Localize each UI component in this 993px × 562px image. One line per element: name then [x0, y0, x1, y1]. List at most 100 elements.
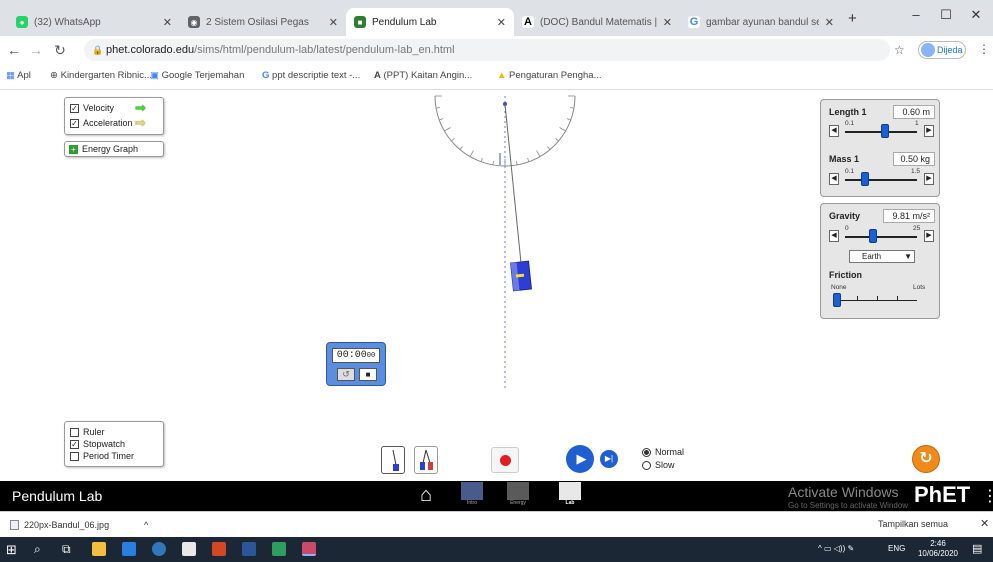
show-all-downloads-link[interactable]: Tampilkan semua: [878, 519, 948, 529]
pendulum-string: [504, 103, 522, 264]
stopwatch-stop-button[interactable]: ■: [359, 368, 377, 381]
close-icon[interactable]: ✕: [329, 16, 338, 29]
gravity-slider-track[interactable]: [845, 236, 917, 238]
media-icon[interactable]: [272, 542, 286, 556]
word-icon[interactable]: [242, 542, 256, 556]
acceleration-checkbox[interactable]: ✓ Acceleration ⇨: [70, 115, 158, 130]
bookmark-translate[interactable]: ▣ Google Terjemahan: [150, 70, 244, 81]
reload-button[interactable]: ↻: [50, 40, 70, 60]
stopwatch-reset-button[interactable]: ↺: [337, 368, 355, 381]
powerpoint-icon[interactable]: [212, 542, 226, 556]
url-path: /sims/html/pendulum-lab/latest/pendulum-…: [194, 44, 455, 56]
minimize-button[interactable]: –: [902, 4, 930, 26]
profile-button[interactable]: Dijeda: [918, 41, 966, 59]
friction-slider-thumb[interactable]: [833, 293, 841, 307]
ruler-checkbox[interactable]: Ruler: [70, 426, 158, 438]
lock-icon: 🔒: [92, 45, 104, 55]
speed-slow-radio[interactable]: Slow: [642, 459, 684, 471]
protractor-tick: [566, 118, 571, 121]
length-decrease-button[interactable]: ◀: [829, 125, 839, 137]
task-view-icon[interactable]: ⧉: [62, 542, 71, 557]
windows-start-icon[interactable]: ⊞: [6, 542, 17, 558]
close-icon[interactable]: ✕: [163, 16, 172, 29]
friction-tick: [877, 296, 878, 300]
home-icon[interactable]: ⌂: [420, 484, 432, 507]
gravity-increase-button[interactable]: ▶: [924, 230, 934, 242]
tab-gambar-ayunan[interactable]: G gambar ayunan bandul seder ✕: [680, 8, 842, 36]
two-pendulums-icon: [420, 449, 433, 470]
length-increase-button[interactable]: ▶: [924, 125, 934, 137]
close-icon[interactable]: ✕: [497, 16, 506, 29]
forward-button[interactable]: →: [26, 40, 46, 60]
mass-decrease-button[interactable]: ◀: [829, 173, 839, 185]
clock[interactable]: 2:46 10/06/2020: [916, 539, 960, 559]
download-bar: 220px-Bandul_06.jpg ^ Tampilkan semua ✕: [0, 511, 993, 537]
reset-all-button[interactable]: ↻: [912, 445, 940, 473]
new-tab-button[interactable]: +: [848, 10, 857, 27]
tools-panel: Ruler ✓ Stopwatch Period Timer: [64, 421, 164, 467]
play-button[interactable]: ▶: [566, 445, 594, 473]
speed-normal-radio[interactable]: Normal: [642, 446, 684, 458]
pendulum-bob[interactable]: [510, 260, 532, 292]
gravity-decrease-button[interactable]: ◀: [829, 230, 839, 242]
download-item[interactable]: 220px-Bandul_06.jpg ^: [8, 516, 166, 534]
screen-intro-button[interactable]: Intro: [458, 482, 486, 510]
velocity-checkbox[interactable]: ✓ Velocity ➡: [70, 100, 158, 115]
gravity-slider-thumb[interactable]: [869, 229, 878, 243]
screen-energy-button[interactable]: Energy: [504, 482, 532, 510]
maximize-button[interactable]: ☐: [932, 4, 960, 26]
browser-tab-strip: ● (32) WhatsApp ✕ ◉ 2 Sistem Osilasi Peg…: [0, 0, 993, 36]
menu-icon[interactable]: ⋮: [978, 42, 990, 56]
tab-whatsapp[interactable]: ● (32) WhatsApp ✕: [8, 8, 180, 36]
url-input[interactable]: 🔒 phet.colorado.edu/sims/html/pendulum-l…: [84, 39, 890, 61]
language-indicator[interactable]: ENG: [888, 544, 905, 553]
energy-graph-toggle[interactable]: + Energy Graph: [64, 141, 164, 157]
bookmark-kaitan-angin[interactable]: A (PPT) Kaitan Angin...: [374, 70, 472, 81]
notification-icon[interactable]: ▤: [972, 542, 982, 555]
length-slider-thumb[interactable]: [880, 124, 889, 138]
chrome-icon[interactable]: [302, 542, 316, 556]
tab-sistem-osilasi[interactable]: ◉ 2 Sistem Osilasi Pegas ✕: [180, 8, 346, 36]
simulation-area: ✓ Velocity ➡ ✓ Acceleration ⇨ + Energy G…: [0, 91, 993, 481]
bookmark-ppt-descriptie[interactable]: G ppt descriptie text -...: [262, 70, 360, 81]
close-window-button[interactable]: ✕: [962, 4, 990, 26]
acceleration-arrow-icon: ⇨: [135, 115, 146, 130]
windows-taskbar: ⊞ ⌕ ⧉ ^ ▭ ◁)) ✎ ENG 2:46 10/06/2020 ▤: [0, 537, 993, 562]
star-icon[interactable]: ☆: [894, 43, 905, 57]
two-pendulums-button[interactable]: [414, 446, 438, 474]
chevron-up-icon[interactable]: ^: [144, 516, 148, 534]
screen-lab-button[interactable]: Lab: [556, 482, 584, 510]
bookmark-pengaturan[interactable]: ▲ Pengaturan Pengha...: [497, 70, 601, 81]
phet-logo[interactable]: PhET: [914, 482, 970, 508]
close-icon[interactable]: ✕: [663, 16, 672, 29]
bookmark-apps[interactable]: ▦ Apl: [6, 70, 31, 81]
phet-navigation-bar: Pendulum Lab ⌂ Intro Energy Lab Activate…: [0, 481, 993, 511]
phet-menu-icon[interactable]: ⋮: [982, 486, 993, 506]
step-button[interactable]: ▶|: [600, 450, 618, 468]
search-icon[interactable]: ⌕: [34, 542, 41, 557]
mass-increase-button[interactable]: ▶: [924, 173, 934, 185]
friction-slider-track[interactable]: [837, 300, 917, 301]
planet-select[interactable]: Earth ▼: [849, 250, 915, 263]
store-icon[interactable]: [122, 542, 136, 556]
file-explorer-icon[interactable]: [92, 542, 106, 556]
stopwatch-checkbox[interactable]: ✓ Stopwatch: [70, 438, 158, 450]
bookmark-kindergarten[interactable]: ⊕ Kindergarten Ribnic...: [50, 70, 152, 81]
stopwatch-display: 00:0000: [332, 348, 380, 363]
period-timer-checkbox[interactable]: Period Timer: [70, 450, 158, 462]
stopwatch[interactable]: 00:0000 ↺ ■: [326, 342, 386, 386]
record-button[interactable]: [491, 447, 519, 473]
academia-icon: A: [522, 16, 534, 28]
mass-slider-thumb[interactable]: [861, 172, 870, 186]
tab-pendulum-lab[interactable]: ■ Pendulum Lab ✕: [346, 8, 514, 36]
edge-icon[interactable]: [152, 542, 166, 556]
mass-slider-track[interactable]: [845, 179, 917, 181]
tab-doc-bandul[interactable]: A (DOC) Bandul Matematis | Sci ✕: [514, 8, 680, 36]
one-pendulum-button[interactable]: [381, 446, 405, 474]
shopping-bag-icon[interactable]: [182, 542, 196, 556]
back-button[interactable]: ←: [4, 40, 24, 60]
close-icon[interactable]: ✕: [980, 517, 989, 530]
close-icon[interactable]: ✕: [825, 16, 834, 29]
system-tray-icons[interactable]: ^ ▭ ◁)) ✎: [818, 544, 854, 553]
protractor-tick: [459, 146, 463, 150]
